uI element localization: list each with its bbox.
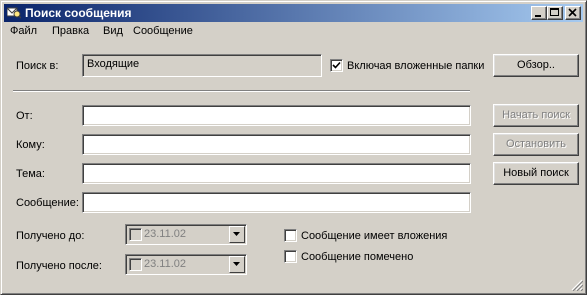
minimize-button[interactable] — [531, 6, 547, 20]
separator — [13, 90, 470, 92]
new-search-label: Новый поиск — [503, 167, 569, 179]
to-field[interactable] — [82, 134, 471, 155]
find-message-window: Поиск сообщения Файл Правка Вид Сообщени… — [0, 0, 587, 295]
start-search-button[interactable]: Начать поиск — [493, 104, 579, 127]
subject-label: Тема: — [16, 168, 45, 180]
from-field[interactable] — [82, 105, 471, 126]
browse-button[interactable]: Обзор.. — [493, 54, 579, 77]
subject-field[interactable] — [82, 163, 471, 184]
maximize-button[interactable] — [547, 6, 563, 20]
menu-view[interactable]: Вид — [103, 25, 123, 37]
stop-label: Остановить — [505, 138, 567, 150]
received-before-checkbox[interactable] — [129, 228, 142, 241]
from-label: От: — [16, 110, 33, 122]
minimize-icon — [535, 15, 541, 17]
browse-button-label: Обзор.. — [517, 59, 555, 71]
stop-button[interactable]: Остановить — [493, 133, 579, 156]
include-subfolders-label[interactable]: Включая вложенные папки — [347, 60, 484, 72]
include-subfolders-checkbox[interactable] — [330, 59, 343, 72]
new-search-button[interactable]: Новый поиск — [493, 162, 579, 185]
message-field[interactable] — [82, 192, 471, 213]
search-in-folder-value: Входящие — [87, 58, 140, 70]
received-after-value: 23.11.02 — [144, 258, 187, 270]
flagged-label[interactable]: Сообщение помечено — [301, 251, 413, 263]
close-button[interactable] — [565, 6, 581, 20]
to-label: Кому: — [16, 139, 45, 151]
search-in-label: Поиск в: — [16, 60, 59, 72]
received-before-dropdown-button[interactable] — [229, 226, 245, 243]
resize-grip-icon[interactable] — [571, 279, 583, 291]
checkmark-icon — [332, 61, 341, 69]
received-before-label: Получено до: — [16, 230, 85, 242]
received-after-picker[interactable]: 23.11.02 — [125, 254, 247, 275]
received-before-value: 23.11.02 — [144, 228, 187, 240]
close-icon — [568, 8, 577, 17]
received-before-picker[interactable]: 23.11.02 — [125, 224, 247, 245]
received-after-dropdown-button[interactable] — [229, 256, 245, 273]
received-after-label: Получено после: — [16, 260, 102, 272]
flagged-checkbox[interactable] — [284, 250, 297, 263]
has-attachments-checkbox[interactable] — [284, 229, 297, 242]
title-bar[interactable]: Поиск сообщения — [4, 4, 583, 22]
find-message-app-icon — [7, 7, 21, 19]
start-search-label: Начать поиск — [502, 109, 570, 121]
search-in-folder-field[interactable]: Входящие — [82, 54, 322, 77]
chevron-down-icon — [233, 232, 240, 236]
window-title: Поиск сообщения — [25, 6, 132, 20]
chevron-down-icon — [233, 262, 240, 266]
menu-file[interactable]: Файл — [10, 25, 37, 37]
received-after-checkbox[interactable] — [129, 258, 142, 271]
menu-message[interactable]: Сообщение — [133, 25, 193, 37]
menu-edit[interactable]: Правка — [52, 25, 89, 37]
menu-bar: Файл Правка Вид Сообщение — [4, 23, 583, 41]
maximize-icon — [550, 8, 559, 16]
message-label: Сообщение: — [16, 197, 79, 209]
has-attachments-label[interactable]: Сообщение имеет вложения — [301, 230, 447, 242]
